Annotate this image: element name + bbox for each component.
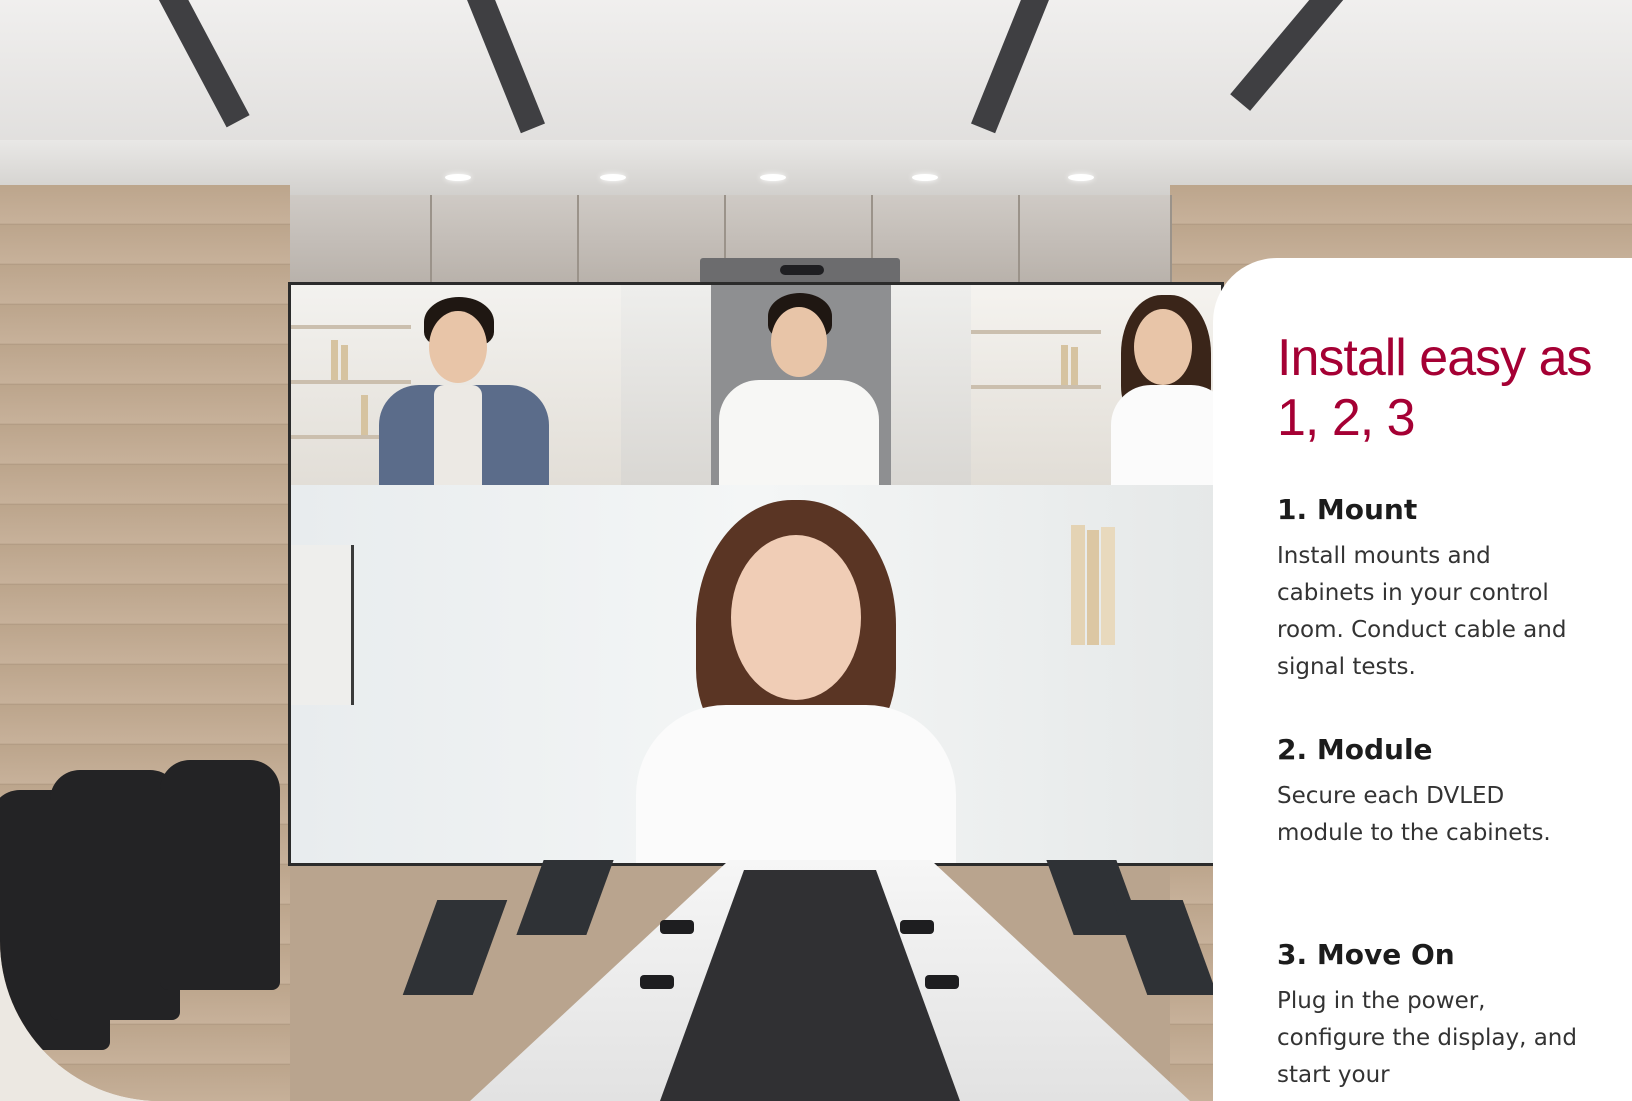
camera-icon [780,265,824,275]
microphone-icon [925,975,959,989]
microphone-icon [660,920,694,934]
step-description: Install mounts and cabinets in your cont… [1277,543,1567,680]
ceiling-light [912,174,938,181]
step-mount: 1. Mount Install mounts and cabinets in … [1277,493,1587,686]
laptop [516,860,614,935]
laptop [402,900,508,995]
step-description: Plug in the power, configure the display… [1277,988,1577,1088]
step-module: 2. Module Secure each DVLED module to th… [1277,733,1587,852]
ceiling-light [1068,174,1094,181]
wall-panel [1020,195,1172,285]
wall-panel [290,195,432,285]
ceiling-light [600,174,626,181]
microphone-icon [640,975,674,989]
dvled-video-wall [288,282,1224,866]
ceiling-light [445,174,471,181]
ceiling-light [760,174,786,181]
microphone-icon [900,920,934,934]
card-heading: Install easy as 1, 2, 3 [1277,329,1593,447]
office-chair [160,760,280,990]
participant-tile [291,285,621,485]
participant-tile [971,285,1221,485]
step-description: Secure each DVLED module to the cabinets… [1277,783,1551,846]
step-title: 3. Move On [1277,938,1455,971]
step-move-on: 3. Move On Plug in the power, configure … [1277,938,1587,1094]
install-steps-card: Install easy as 1, 2, 3 1. Mount Install… [1213,258,1632,1101]
participant-tile [621,285,971,485]
wall-panel [432,195,579,285]
step-title: 1. Mount [1277,493,1418,526]
step-title: 2. Module [1277,733,1433,766]
